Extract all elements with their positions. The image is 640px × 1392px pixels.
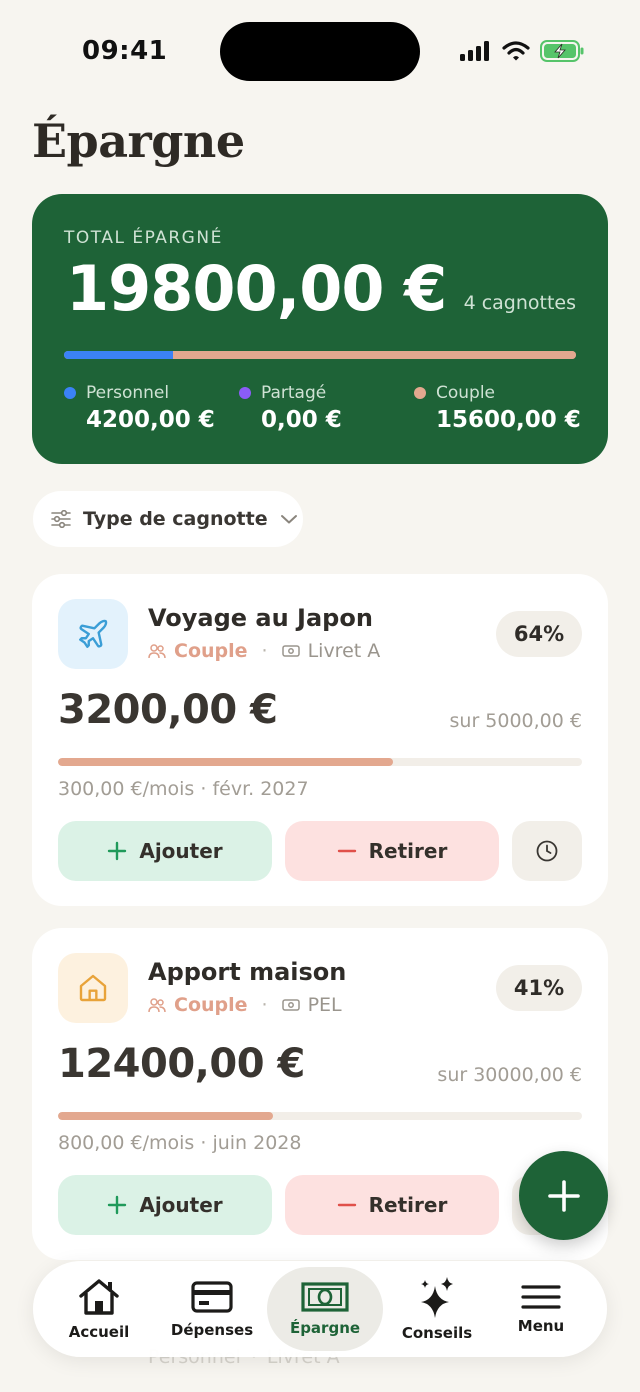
goal-progress-bar: [58, 758, 582, 766]
clock-icon: [536, 840, 558, 862]
legend-dot: [239, 387, 251, 399]
people-icon: [148, 998, 166, 1013]
goal-account: PEL: [307, 994, 342, 1016]
goal-account: Livret A: [307, 640, 381, 662]
goal-icon-tile: [58, 953, 128, 1023]
bottom-tab-bar: Accueil Dépenses Épargne Conseils Menu: [33, 1261, 607, 1357]
airplane-icon: [79, 619, 108, 648]
signal-icon: [460, 41, 489, 61]
legend-value: 0,00 €: [261, 407, 342, 433]
goal-target: sur 30000,00 €: [437, 1064, 582, 1086]
goal-percent-badge: 64%: [496, 611, 582, 657]
withdraw-button[interactable]: Retirer: [285, 1175, 499, 1235]
tab-label: Dépenses: [170, 1321, 254, 1339]
legend-dot: [414, 387, 426, 399]
add-button[interactable]: Ajouter: [58, 1175, 272, 1235]
add-button-label: Ajouter: [139, 839, 223, 863]
minus-icon: [337, 1203, 356, 1207]
legend-couple: Couple 15600,00 €: [414, 383, 581, 433]
tab-conseils[interactable]: Conseils: [379, 1267, 495, 1351]
home-icon: [79, 1279, 119, 1315]
wifi-icon: [502, 41, 530, 61]
legend-label: Couple: [436, 383, 496, 403]
goal-progress-fill: [58, 758, 394, 766]
goal-name: Apport maison: [148, 958, 347, 986]
tab-menu[interactable]: Menu: [483, 1267, 599, 1351]
plus-icon: [108, 1195, 127, 1215]
chevron-down-icon: [280, 515, 297, 524]
goal-meta: Couple · Livret A: [148, 640, 380, 662]
plus-icon: [547, 1179, 580, 1212]
dynamic-island: [220, 22, 420, 81]
goal-progress-bar: [58, 1112, 582, 1120]
goal-name: Voyage au Japon: [148, 604, 373, 632]
meta-separator: ·: [261, 640, 268, 662]
tab-depenses[interactable]: Dépenses: [154, 1267, 270, 1351]
add-button-label: Ajouter: [139, 1193, 223, 1217]
goal-icon-tile: [58, 599, 128, 669]
filter-label: Type de cagnotte: [83, 508, 268, 530]
goal-owner: Couple: [174, 994, 248, 1016]
goal-monthly: 800,00 €/mois · juin 2028: [58, 1132, 302, 1154]
people-icon: [148, 644, 166, 659]
total-amount: 19800,00 €: [66, 252, 447, 325]
banknote-icon: [281, 645, 300, 657]
tab-label: Accueil: [68, 1323, 130, 1341]
savings-split-bar: [64, 351, 576, 359]
split-couple: [172, 351, 576, 359]
tab-label: Menu: [517, 1317, 565, 1335]
tab-label: Conseils: [401, 1324, 473, 1342]
withdraw-button-label: Retirer: [368, 1193, 448, 1217]
goal-meta: Couple · PEL: [148, 994, 342, 1016]
total-savings-card: TOTAL ÉPARGNÉ 19800,00 € 4 cagnottes Per…: [32, 194, 608, 464]
goal-amount: 3200,00 €: [58, 687, 278, 733]
legend-value: 4200,00 €: [86, 407, 215, 433]
legend-personnel: Personnel 4200,00 €: [64, 383, 215, 433]
legend-partage: Partagé 0,00 €: [239, 383, 342, 433]
legend-label: Partagé: [261, 383, 327, 403]
card-icon: [191, 1281, 233, 1313]
add-button[interactable]: Ajouter: [58, 821, 272, 881]
menu-icon: [521, 1285, 561, 1309]
history-button[interactable]: [512, 821, 582, 881]
total-label: TOTAL ÉPARGNÉ: [64, 228, 223, 248]
status-bar: 09:41: [0, 0, 640, 100]
withdraw-button[interactable]: Retirer: [285, 821, 499, 881]
goal-percent-badge: 41%: [496, 965, 582, 1011]
battery-icon: [540, 40, 584, 62]
legend-dot: [64, 387, 76, 399]
minus-icon: [337, 849, 356, 853]
goal-target: sur 5000,00 €: [449, 710, 583, 732]
legend-value: 15600,00 €: [436, 407, 581, 433]
status-time: 09:41: [82, 36, 168, 66]
plus-icon: [108, 841, 127, 861]
split-personnel: [64, 351, 173, 359]
status-icons: [460, 40, 584, 62]
tab-epargne[interactable]: Épargne: [267, 1267, 383, 1351]
banknote-icon: [281, 999, 300, 1011]
house-icon: [79, 974, 107, 1002]
meta-separator: ·: [261, 994, 268, 1016]
sliders-icon: [51, 510, 71, 528]
goal-card-voyage-japon[interactable]: Voyage au Japon Couple · Livret A 64% 32…: [32, 574, 608, 906]
goal-owner: Couple: [174, 640, 248, 662]
goal-count: 4 cagnottes: [463, 292, 576, 314]
sparkles-icon: [421, 1277, 453, 1318]
banknote-icon: [301, 1282, 349, 1312]
goal-progress-fill: [58, 1112, 273, 1120]
goal-monthly: 300,00 €/mois · févr. 2027: [58, 778, 309, 800]
tab-accueil[interactable]: Accueil: [41, 1267, 157, 1351]
add-goal-fab[interactable]: [519, 1151, 608, 1240]
page-title: Épargne: [32, 114, 245, 168]
tab-label: Épargne: [289, 1319, 361, 1337]
goal-type-filter[interactable]: Type de cagnotte: [33, 491, 303, 547]
goal-amount: 12400,00 €: [58, 1041, 305, 1087]
withdraw-button-label: Retirer: [368, 839, 448, 863]
legend-label: Personnel: [86, 383, 170, 403]
